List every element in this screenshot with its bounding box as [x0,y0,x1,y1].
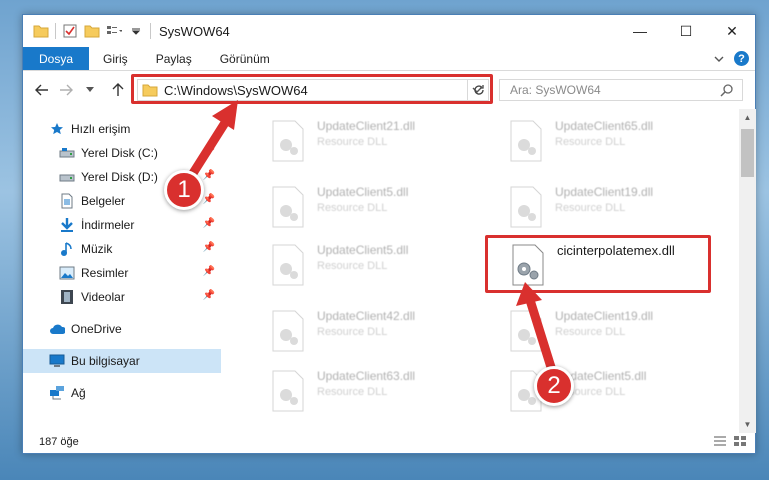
step-callout-1: 1 [164,170,204,210]
arrow-1 [185,100,238,183]
step-callout-2: 2 [534,366,574,406]
annotation-layer [185,100,560,385]
arrow-2 [516,282,560,385]
